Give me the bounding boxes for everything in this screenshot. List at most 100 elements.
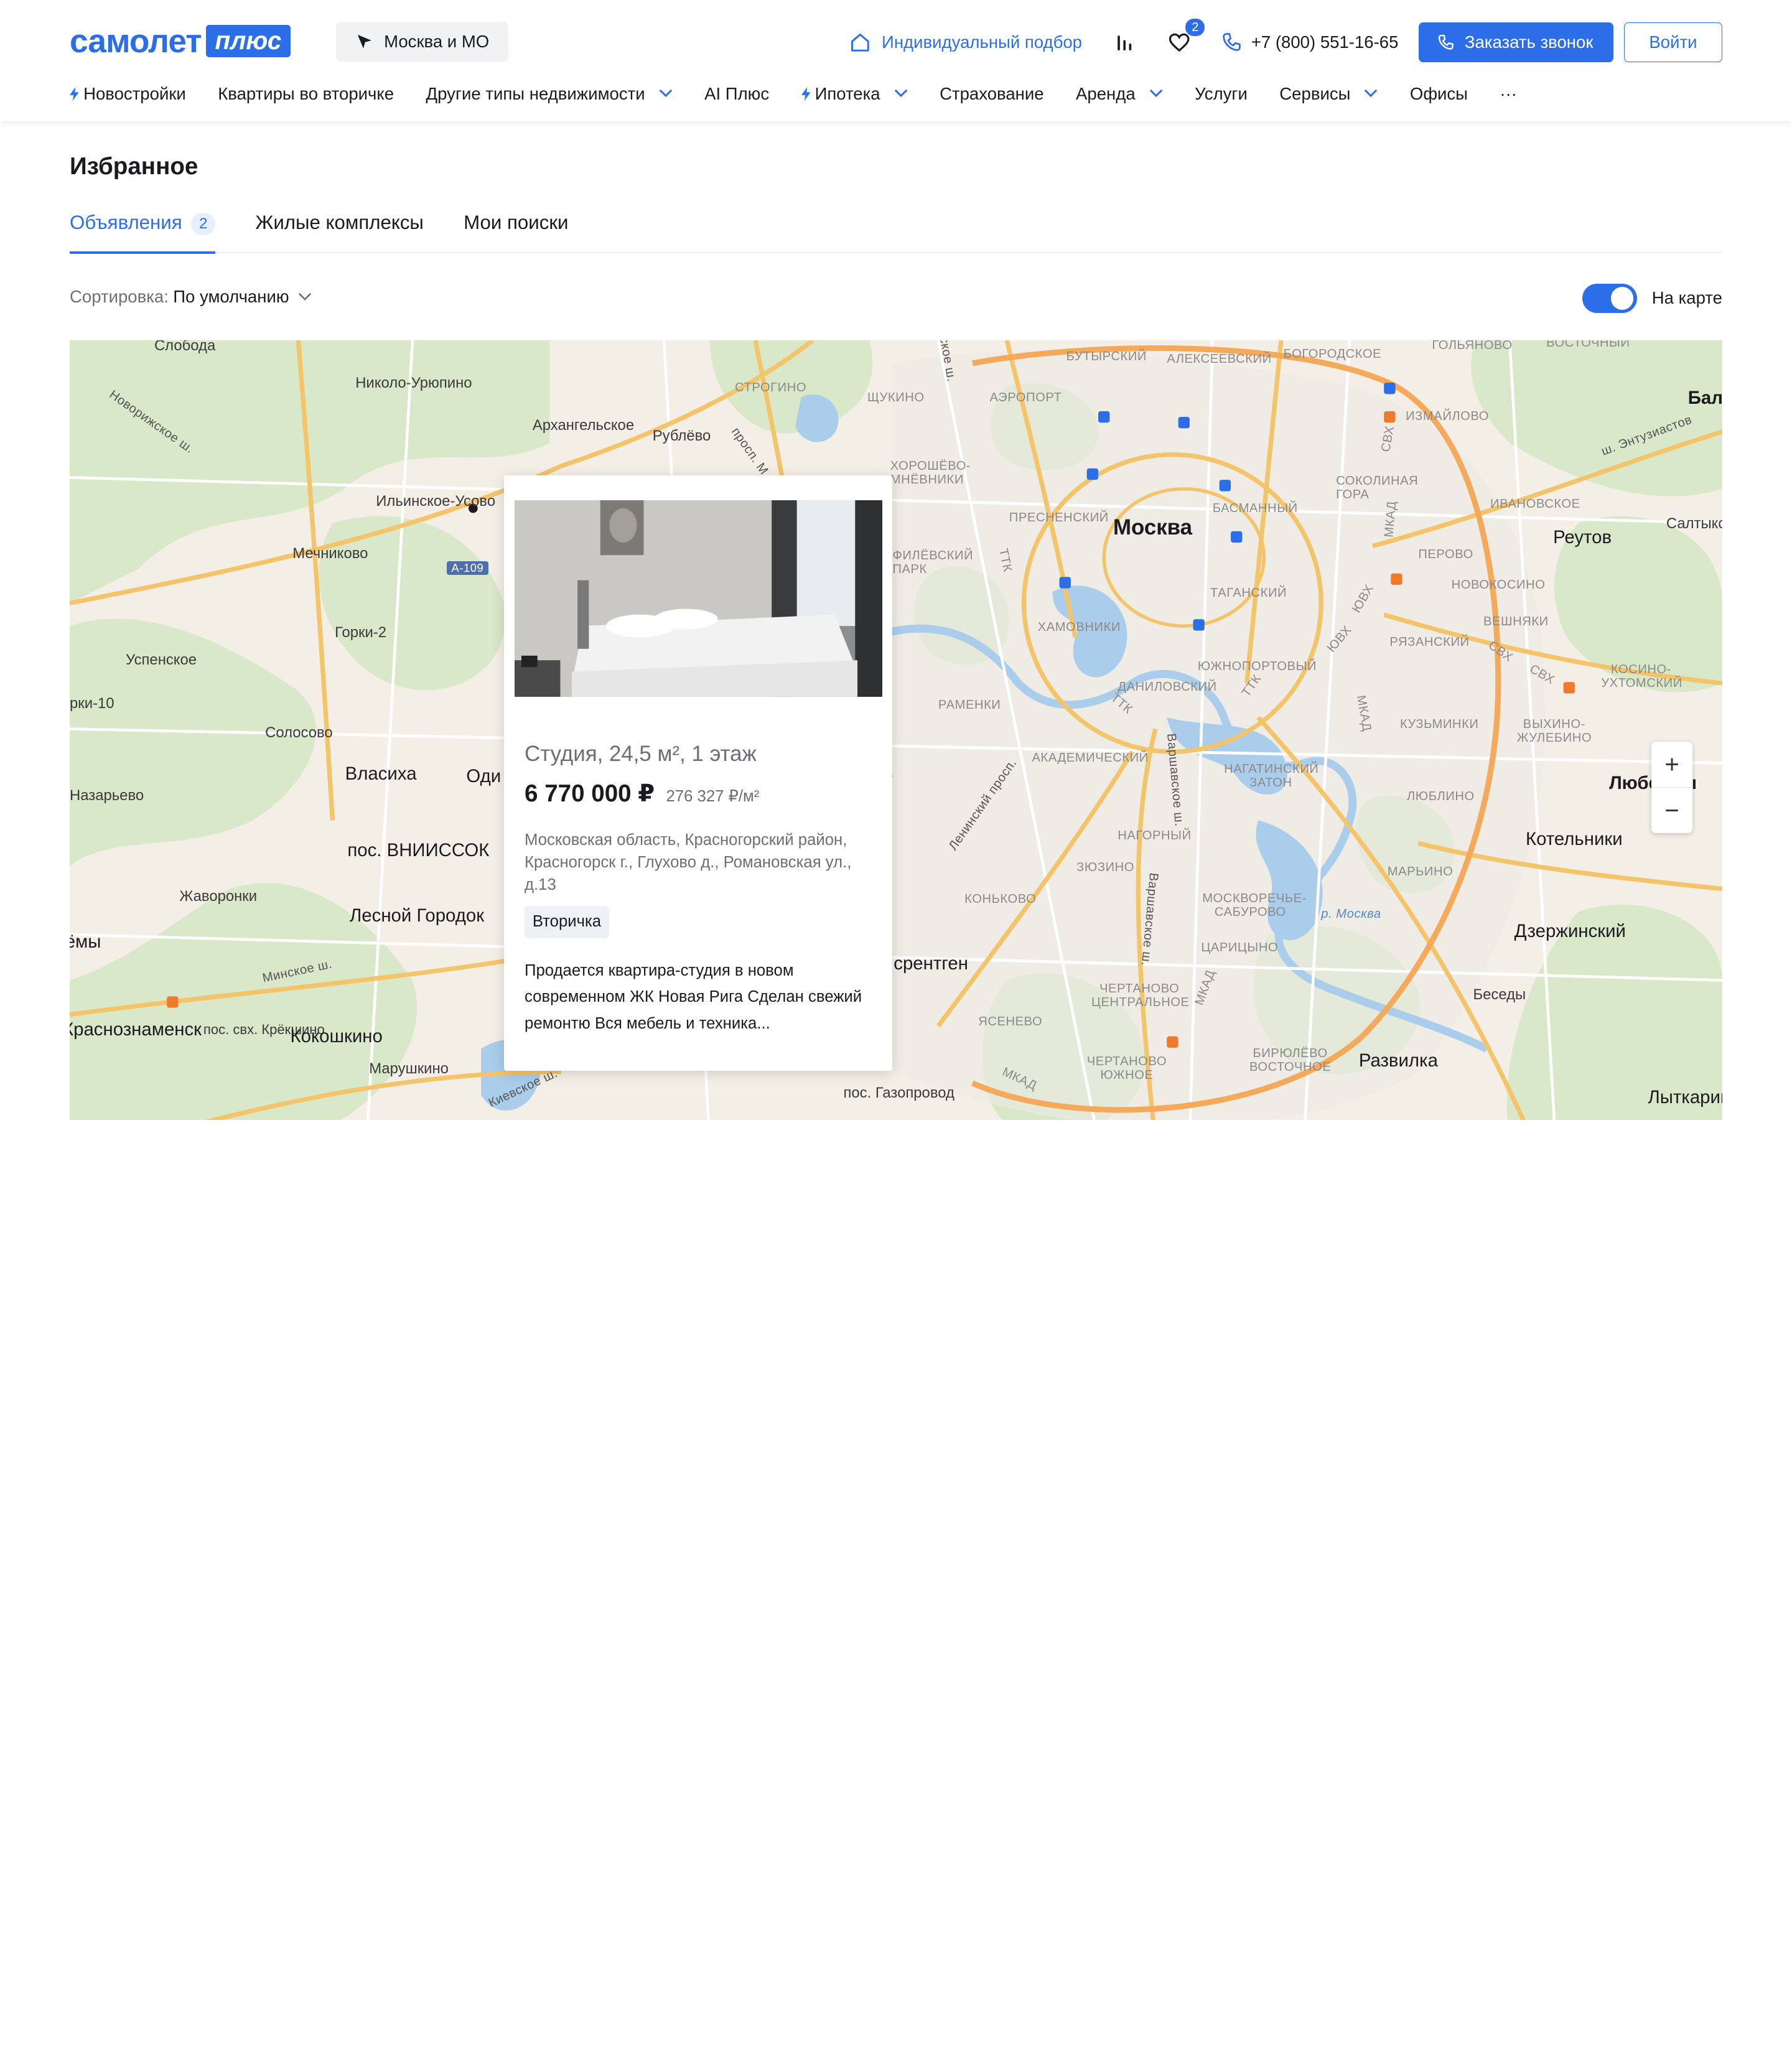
tab-count-badge: 2 bbox=[191, 212, 216, 236]
map-label: РЯЗАНСКИЙ bbox=[1389, 635, 1470, 650]
map-label: Николо-Урюпино bbox=[355, 375, 472, 392]
chevron-down-icon bbox=[659, 90, 672, 98]
map-label: ёмы bbox=[70, 931, 101, 952]
map-toggle[interactable]: На карте bbox=[1582, 283, 1722, 314]
zoom-in-button[interactable]: + bbox=[1651, 742, 1692, 787]
map-label: ФИЛЁВСКИЙ ПАРК bbox=[892, 548, 974, 576]
nav-item[interactable]: AI Плюс bbox=[704, 84, 769, 104]
nav-item[interactable]: Офисы bbox=[1410, 84, 1468, 104]
map-label: ВЕШНЯКИ bbox=[1483, 615, 1549, 629]
nav-more-button[interactable]: ··· bbox=[1500, 84, 1517, 104]
nav-item-label: Квартиры во вторичке bbox=[218, 83, 394, 103]
chevron-down-icon bbox=[894, 90, 907, 98]
location-arrow-icon bbox=[357, 35, 371, 49]
map-label: ПЕРОВО bbox=[1418, 547, 1473, 561]
map-label: Мечниково bbox=[292, 545, 368, 562]
map-label: ИВАНОВСКОЕ bbox=[1490, 497, 1580, 511]
callback-button-label: Заказать звонок bbox=[1464, 32, 1594, 52]
tab-residential-complexes[interactable]: Жилые комплексы bbox=[256, 205, 424, 253]
sort-dropdown[interactable]: Сортировка: По умолчанию bbox=[70, 287, 312, 307]
map-label: Салтыко bbox=[1666, 515, 1722, 533]
tab-label: Объявления bbox=[70, 211, 182, 233]
nav-item[interactable]: Сервисы bbox=[1279, 84, 1378, 104]
nav-item-label: Офисы bbox=[1409, 83, 1468, 103]
nav-item[interactable]: Страхование bbox=[940, 84, 1044, 104]
nav-item[interactable]: Ипотека bbox=[801, 84, 908, 104]
map-view[interactable]: Слобода Николо-Урюпино Архангельское Руб… bbox=[70, 340, 1722, 1120]
map-label: ЗЮЗИНО bbox=[1076, 861, 1135, 875]
map-label: БУТЫРСКИЙ bbox=[1066, 350, 1147, 364]
map-label: МАРЬИНО bbox=[1387, 865, 1454, 879]
favorites-button[interactable]: 2 bbox=[1167, 18, 1206, 55]
callback-button[interactable]: Заказать звонок bbox=[1419, 22, 1614, 63]
listing-description: Продается квартира-студия в новом соврем… bbox=[525, 962, 862, 1032]
map-label: МОСКВОРЕЧЬЕ- САБУРОВО bbox=[1202, 891, 1307, 919]
map-label: Ильинское-Усово bbox=[376, 492, 496, 510]
map-label: Марушкино bbox=[369, 1060, 449, 1078]
listing-title: Студия, 24,5 м², 1 этаж bbox=[525, 742, 757, 766]
nav-item-label: Другие типы недвижимости bbox=[426, 83, 645, 103]
listing-tag: Вторичка bbox=[525, 906, 609, 938]
listing-photo[interactable] bbox=[514, 500, 882, 697]
map-label: Власиха bbox=[345, 763, 417, 784]
individual-selection-link[interactable]: Индивидуальный подбор bbox=[849, 31, 1082, 54]
map-label: РАМЕНКИ bbox=[938, 698, 1001, 712]
map-label: КОСИНО- УХТОМСКИЙ bbox=[1601, 663, 1682, 691]
map-label: Дзержинский bbox=[1514, 921, 1626, 942]
map-label: Реутов bbox=[1553, 526, 1612, 548]
map-label: ЮЖНОПОРТОВЫЙ bbox=[1197, 659, 1317, 673]
map-toggle-switch[interactable] bbox=[1582, 283, 1637, 314]
map-label: рки-10 bbox=[70, 694, 114, 712]
map-label: НОВОКОСИНО bbox=[1451, 578, 1546, 592]
map-label: Рублёво bbox=[652, 427, 711, 444]
phone-link[interactable]: +7 (800) 551-16-65 bbox=[1221, 32, 1398, 52]
tab-my-searches[interactable]: Мои поиски bbox=[464, 205, 568, 253]
map-label: ЯСЕНЕВО bbox=[978, 1014, 1043, 1028]
compare-button[interactable] bbox=[1112, 30, 1137, 55]
map-label: СОКОЛИНАЯ ГОРА bbox=[1336, 474, 1419, 502]
map-label: Беседы bbox=[1473, 986, 1526, 1004]
listing-card[interactable]: Студия, 24,5 м², 1 этаж 6 770 000 ₽ 276 … bbox=[503, 475, 893, 1071]
map-label: БОГОРОДСКОЕ bbox=[1283, 347, 1382, 361]
listing-price: 6 770 000 ₽ bbox=[525, 780, 655, 807]
map-label: ТАГАНСКИЙ bbox=[1210, 586, 1287, 600]
chevron-down-icon bbox=[1365, 90, 1378, 98]
nav-item[interactable]: Новостройки bbox=[70, 84, 186, 104]
page-title: Избранное bbox=[70, 153, 198, 180]
map-zoom-controls: + − bbox=[1651, 742, 1693, 833]
map-label: ПРЕСНЕНСКИЙ bbox=[1009, 510, 1109, 525]
brand-logo[interactable]: самолет плюс bbox=[70, 24, 291, 58]
brand-wordmark: самолет bbox=[70, 22, 202, 60]
map-label: МКАД bbox=[1382, 500, 1399, 538]
bar-chart-icon bbox=[1117, 35, 1131, 50]
bolt-icon bbox=[801, 86, 811, 101]
map-label: НАГАТИНСКИЙ ЗАТОН bbox=[1224, 762, 1319, 790]
map-label: БИРЮЛЁВО ВОСТОЧНОЕ bbox=[1249, 1047, 1332, 1075]
map-label: ВОСТОЧНЫЙ bbox=[1546, 340, 1630, 350]
house-icon bbox=[851, 33, 869, 52]
nav-item[interactable]: Услуги bbox=[1195, 84, 1248, 104]
bolt-icon bbox=[70, 86, 79, 101]
map-label: срентген bbox=[894, 953, 968, 974]
map-label: Бал bbox=[1687, 387, 1722, 408]
nav-item[interactable]: Квартиры во вторичке bbox=[218, 84, 394, 104]
nav-item[interactable]: Аренда bbox=[1076, 84, 1163, 104]
map-label: ЦАРИЦЫНО bbox=[1201, 940, 1279, 954]
map-label: Лыткарин bbox=[1648, 1086, 1722, 1108]
nav-item-label: Страхование bbox=[940, 83, 1044, 103]
map-label: ЛЮБЛИНО bbox=[1406, 790, 1475, 804]
map-label: Архангельское bbox=[532, 417, 635, 434]
zoom-out-button[interactable]: − bbox=[1651, 787, 1693, 833]
listing-price-block: 6 770 000 ₽ 276 327 ₽/м² bbox=[525, 780, 759, 808]
map-label: ИЗМАЙЛОВО bbox=[1406, 409, 1490, 423]
nav-item[interactable]: Другие типы недвижимости bbox=[426, 84, 673, 104]
tab-listings[interactable]: Объявления 2 bbox=[70, 205, 216, 254]
login-button[interactable]: Войти bbox=[1623, 22, 1722, 63]
tab-label: Жилые комплексы bbox=[255, 211, 424, 233]
nav-item-label: Ипотека bbox=[814, 83, 880, 103]
map-label: Солосово bbox=[265, 724, 333, 742]
map-label: ЧЕРТАНОВО ЮЖНОЕ bbox=[1086, 1055, 1167, 1083]
chevron-down-icon bbox=[1149, 90, 1162, 98]
region-selector[interactable]: Москва и МО bbox=[335, 21, 509, 62]
tab-label: Мои поиски bbox=[464, 211, 569, 233]
